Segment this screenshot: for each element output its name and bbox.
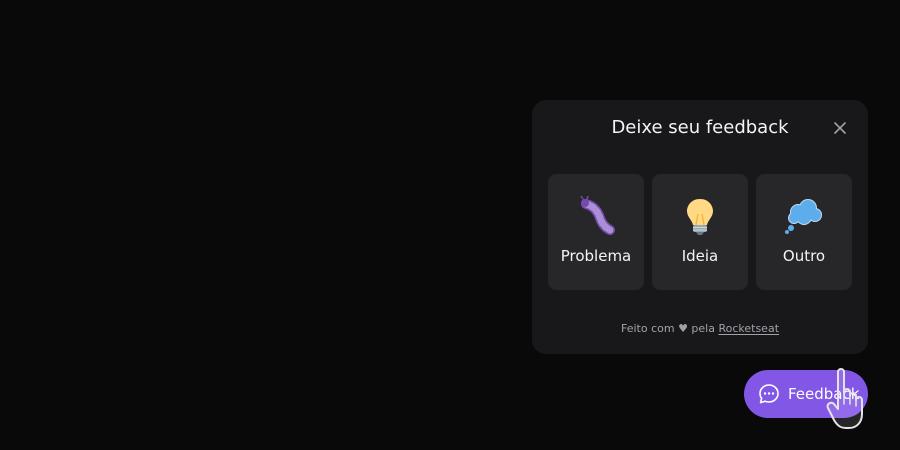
option-label: Problema xyxy=(560,247,632,265)
option-outro[interactable]: Outro xyxy=(756,174,852,290)
thought-balloon-icon xyxy=(784,196,824,236)
feedback-button-label: Feedback xyxy=(788,385,860,403)
option-label: Outro xyxy=(782,247,826,265)
close-icon xyxy=(832,120,848,136)
widget-title: Deixe seu feedback xyxy=(611,117,789,138)
lightbulb-icon xyxy=(680,196,720,236)
widget-header: Deixe seu feedback xyxy=(532,100,868,156)
option-problema[interactable]: Problema xyxy=(548,174,644,290)
page: Deixe seu feedback Problema Ideia Outro … xyxy=(0,0,900,450)
rocketseat-link[interactable]: Rocketseat xyxy=(718,322,779,335)
option-label: Ideia xyxy=(681,247,719,265)
option-ideia[interactable]: Ideia xyxy=(652,174,748,290)
widget-footer: Feito com ♥ pela Rocketseat xyxy=(532,322,868,336)
footer-text: Feito com ♥ pela xyxy=(620,322,715,335)
feedback-type-options: Problema Ideia Outro xyxy=(548,174,852,290)
feedback-button[interactable]: Feedback xyxy=(744,370,868,418)
chat-bubble-icon xyxy=(758,383,780,405)
close-button[interactable] xyxy=(832,120,848,136)
feedback-widget: Deixe seu feedback Problema Ideia Outro … xyxy=(532,100,868,354)
bug-icon xyxy=(576,196,616,236)
